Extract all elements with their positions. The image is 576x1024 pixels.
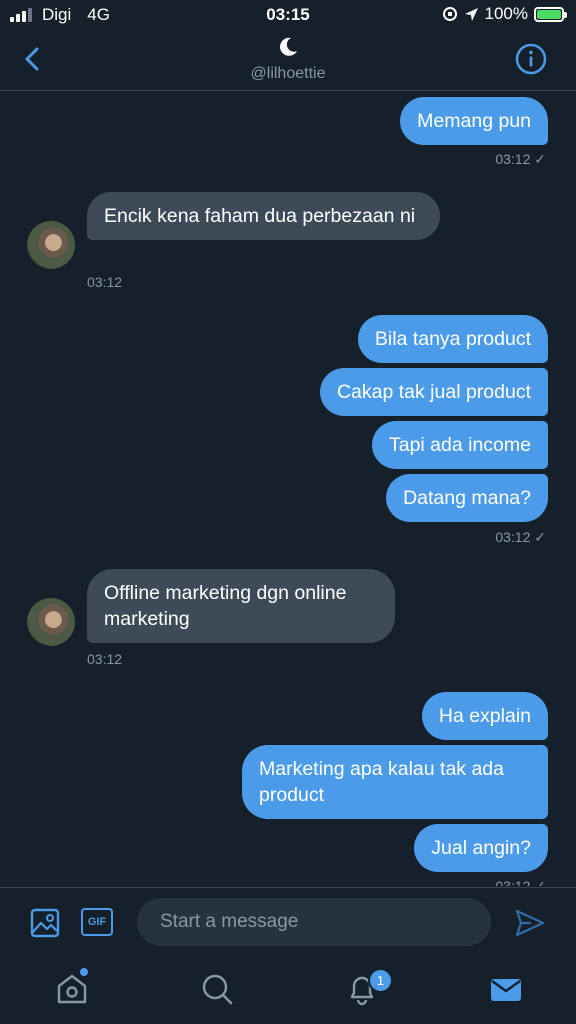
battery-percent: 100% xyxy=(484,4,528,23)
message-timestamp: 03:12 ✓ xyxy=(495,529,546,545)
info-icon[interactable] xyxy=(514,42,548,76)
message-timestamp: 03:12 ✓ xyxy=(495,878,546,886)
home-icon[interactable] xyxy=(54,971,90,1007)
message-sent[interactable]: Jual angin? xyxy=(414,824,548,872)
image-icon[interactable] xyxy=(30,908,60,938)
status-bar: Digi 4G 03:15 100% xyxy=(0,0,576,32)
message-sent[interactable]: Ha explain xyxy=(421,692,548,740)
battery-icon xyxy=(534,6,567,22)
avatar[interactable] xyxy=(27,598,75,646)
orientation-lock-icon xyxy=(442,7,457,21)
location-icon xyxy=(464,7,478,21)
message-sent[interactable]: Memang pun xyxy=(400,97,548,145)
send-icon[interactable] xyxy=(514,907,546,939)
tab-bar: 1 xyxy=(0,957,576,1024)
message-sent[interactable]: Marketing apa kalau tak ada product xyxy=(242,745,548,819)
conversation-header: @lilhoettie xyxy=(0,32,576,91)
message-sent[interactable]: Tapi ada income xyxy=(371,421,548,469)
message-sent[interactable]: Bila tanya product xyxy=(357,315,548,363)
message-input[interactable] xyxy=(137,898,491,946)
search-icon[interactable] xyxy=(199,971,235,1007)
avatar[interactable] xyxy=(27,221,75,269)
message-sent[interactable]: Cakap tak jual product xyxy=(319,368,548,416)
conversation-handle[interactable]: @lilhoettie xyxy=(0,65,576,83)
gif-icon[interactable]: GIF xyxy=(81,908,113,936)
message-timestamp: 03:12 xyxy=(87,651,123,667)
message-timestamp: 03:12 xyxy=(87,274,123,290)
message-received[interactable]: Encik kena faham dua perbezaan ni xyxy=(87,192,440,240)
notification-badge: 1 xyxy=(368,968,393,993)
moon-icon xyxy=(280,37,297,56)
message-sent[interactable]: Datang mana? xyxy=(386,474,548,522)
home-unread-dot xyxy=(80,968,88,976)
message-received[interactable]: Offline marketing dgn online marketing xyxy=(87,569,395,643)
status-right: 100% xyxy=(442,4,567,24)
message-composer: GIF xyxy=(0,887,576,958)
message-timestamp: 03:12 ✓ xyxy=(495,151,546,167)
mail-icon[interactable] xyxy=(488,971,524,1007)
